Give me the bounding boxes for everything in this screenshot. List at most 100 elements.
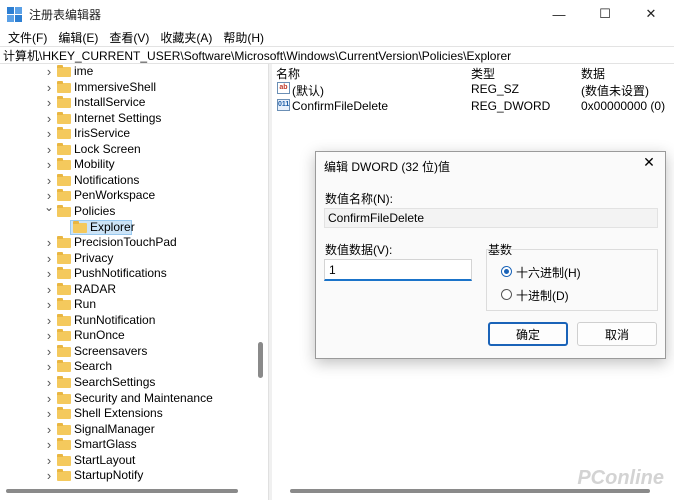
tree-item-label: Notifications	[74, 172, 140, 187]
tree-item-label: StartLayout	[74, 452, 136, 467]
chevron-right-icon[interactable]: ›	[44, 328, 54, 343]
chevron-right-icon[interactable]: ›	[44, 282, 54, 297]
ok-button[interactable]: 确定	[488, 322, 568, 346]
chevron-right-icon[interactable]: ›	[44, 157, 54, 172]
chevron-right-icon[interactable]: ›	[44, 251, 54, 266]
value-row[interactable]: ab (默认) REG_SZ (数值未设置)	[272, 80, 674, 98]
window-controls: — ☐ ✕	[536, 0, 674, 28]
value-row[interactable]: 011 ConfirmFileDelete REG_DWORD 0x000000…	[272, 97, 674, 114]
tree-item-label: Internet Settings	[74, 110, 162, 125]
tree-item-label: Security and Maintenance	[74, 390, 213, 405]
tree-item[interactable]: › PushNotifications	[0, 266, 268, 282]
minimize-button[interactable]: —	[536, 0, 582, 28]
tree-item[interactable]: › Lock Screen	[0, 142, 268, 158]
folder-icon	[57, 236, 71, 249]
tree-item[interactable]: › Internet Settings	[0, 111, 268, 127]
tree-item[interactable]: › Privacy	[0, 251, 268, 267]
chevron-right-icon[interactable]: ›	[44, 453, 54, 468]
tree-item[interactable]: › RunOnce	[0, 328, 268, 344]
chevron-right-icon[interactable]: ›	[44, 437, 54, 452]
close-button[interactable]: ✕	[628, 0, 674, 28]
folder-icon	[57, 329, 71, 342]
chevron-right-icon[interactable]: ›	[44, 422, 54, 437]
chevron-right-icon[interactable]: ›	[44, 406, 54, 421]
chevron-right-icon[interactable]: ›	[44, 95, 54, 110]
tree-vertical-scroll-thumb[interactable]	[258, 342, 263, 378]
tree-item[interactable]: › IrisService	[0, 126, 268, 142]
tree-vertical-scrollbar[interactable]	[256, 64, 265, 484]
tree-item[interactable]: › PrecisionTouchPad	[0, 235, 268, 251]
folder-icon	[57, 96, 71, 109]
decimal-radio-label[interactable]: 十进制(D)	[516, 287, 569, 304]
menu-favorites[interactable]: 收藏夹(A)	[156, 29, 216, 46]
chevron-right-icon[interactable]: ›	[44, 344, 54, 359]
folder-icon	[57, 407, 71, 420]
cancel-button[interactable]: 取消	[577, 322, 657, 346]
hex-radio-label[interactable]: 十六进制(H)	[516, 264, 581, 281]
folder-icon	[57, 204, 71, 217]
chevron-right-icon[interactable]: ›	[44, 313, 54, 328]
chevron-right-icon[interactable]: ›	[44, 173, 54, 188]
tree-item[interactable]: › Shell Extensions	[0, 406, 268, 422]
folder-icon	[57, 111, 71, 124]
chevron-right-icon[interactable]: ›	[44, 468, 54, 483]
chevron-right-icon[interactable]: ›	[44, 375, 54, 390]
chevron-right-icon[interactable]: ›	[44, 64, 54, 79]
chevron-right-icon[interactable]: ›	[44, 111, 54, 126]
tree-item[interactable]: › SearchSettings	[0, 375, 268, 391]
tree-item[interactable]: › RunNotification	[0, 313, 268, 329]
tree-item[interactable]: › RADAR	[0, 282, 268, 298]
chevron-right-icon[interactable]: ›	[44, 126, 54, 141]
edit-dword-dialog: 编辑 DWORD (32 位)值 ✕ 数值名称(N): ConfirmFileD…	[315, 151, 666, 359]
folder-icon	[57, 422, 71, 435]
chevron-right-icon[interactable]: ›	[44, 359, 54, 374]
tree-item[interactable]: › SmartGlass	[0, 437, 268, 453]
chevron-right-icon[interactable]: ›	[44, 80, 54, 95]
folder-icon	[57, 391, 71, 404]
tree-item-label: PushNotifications	[74, 266, 167, 281]
value-data-input[interactable]	[324, 259, 472, 281]
dialog-close-icon[interactable]: ✕	[641, 154, 657, 171]
tree-item[interactable]: › ime	[0, 64, 268, 80]
dialog-title: 编辑 DWORD (32 位)值	[324, 160, 451, 174]
tree-item-label: RADAR	[74, 281, 117, 296]
chevron-right-icon[interactable]: ›	[44, 266, 54, 281]
tree-item-label: Screensavers	[74, 343, 148, 358]
tree-item[interactable]: › InstallService	[0, 95, 268, 111]
tree-item[interactable]: › SignalManager	[0, 422, 268, 438]
menu-file[interactable]: 文件(F)	[4, 29, 51, 46]
tree-item[interactable]: › Notifications	[0, 173, 268, 189]
tree-item[interactable]: › StartLayout	[0, 453, 268, 469]
hex-radio[interactable]	[501, 266, 512, 277]
maximize-button[interactable]: ☐	[582, 0, 628, 28]
folder-icon	[57, 65, 71, 77]
chevron-right-icon[interactable]: ›	[44, 235, 54, 250]
tree-horizontal-scroll-thumb[interactable]	[6, 489, 238, 493]
address-bar[interactable]: 计算机\HKEY_CURRENT_USER\Software\Microsoft…	[0, 46, 674, 64]
tree-item[interactable]: › StartupNotify	[0, 468, 268, 484]
chevron-right-icon[interactable]: ›	[44, 297, 54, 312]
tree-horizontal-scrollbar[interactable]	[0, 486, 256, 496]
folder-icon	[57, 298, 71, 311]
decimal-radio[interactable]	[501, 289, 512, 300]
menu-edit[interactable]: 编辑(E)	[54, 29, 102, 46]
tree-item-label: ImmersiveShell	[74, 79, 157, 94]
tree-item[interactable]: Explorer	[0, 219, 268, 235]
tree-item[interactable]: › Security and Maintenance	[0, 391, 268, 407]
tree-item-label: IrisService	[74, 126, 131, 141]
tree-item[interactable]: › Run	[0, 297, 268, 313]
menu-view[interactable]: 查看(V)	[105, 29, 153, 46]
menu-help[interactable]: 帮助(H)	[219, 29, 268, 46]
binary-value-icon: 011	[277, 99, 290, 111]
chevron-right-icon[interactable]: ›	[44, 142, 54, 157]
tree-item[interactable]: › Screensavers	[0, 344, 268, 360]
value-name: ConfirmFileDelete	[292, 99, 389, 113]
tree-item[interactable]: › ImmersiveShell	[0, 80, 268, 96]
tree-item[interactable]: › Mobility	[0, 157, 268, 173]
tree-item[interactable]: › Search	[0, 359, 268, 375]
chevron-right-icon[interactable]: ›	[44, 391, 54, 406]
chevron-down-icon[interactable]: ⌄	[44, 200, 54, 214]
tree-item[interactable]: ⌄ Policies	[0, 200, 268, 220]
tree-item[interactable]: › PenWorkspace	[0, 188, 268, 204]
menu-bar: 文件(F) 编辑(E) 查看(V) 收藏夹(A) 帮助(H)	[0, 28, 674, 46]
